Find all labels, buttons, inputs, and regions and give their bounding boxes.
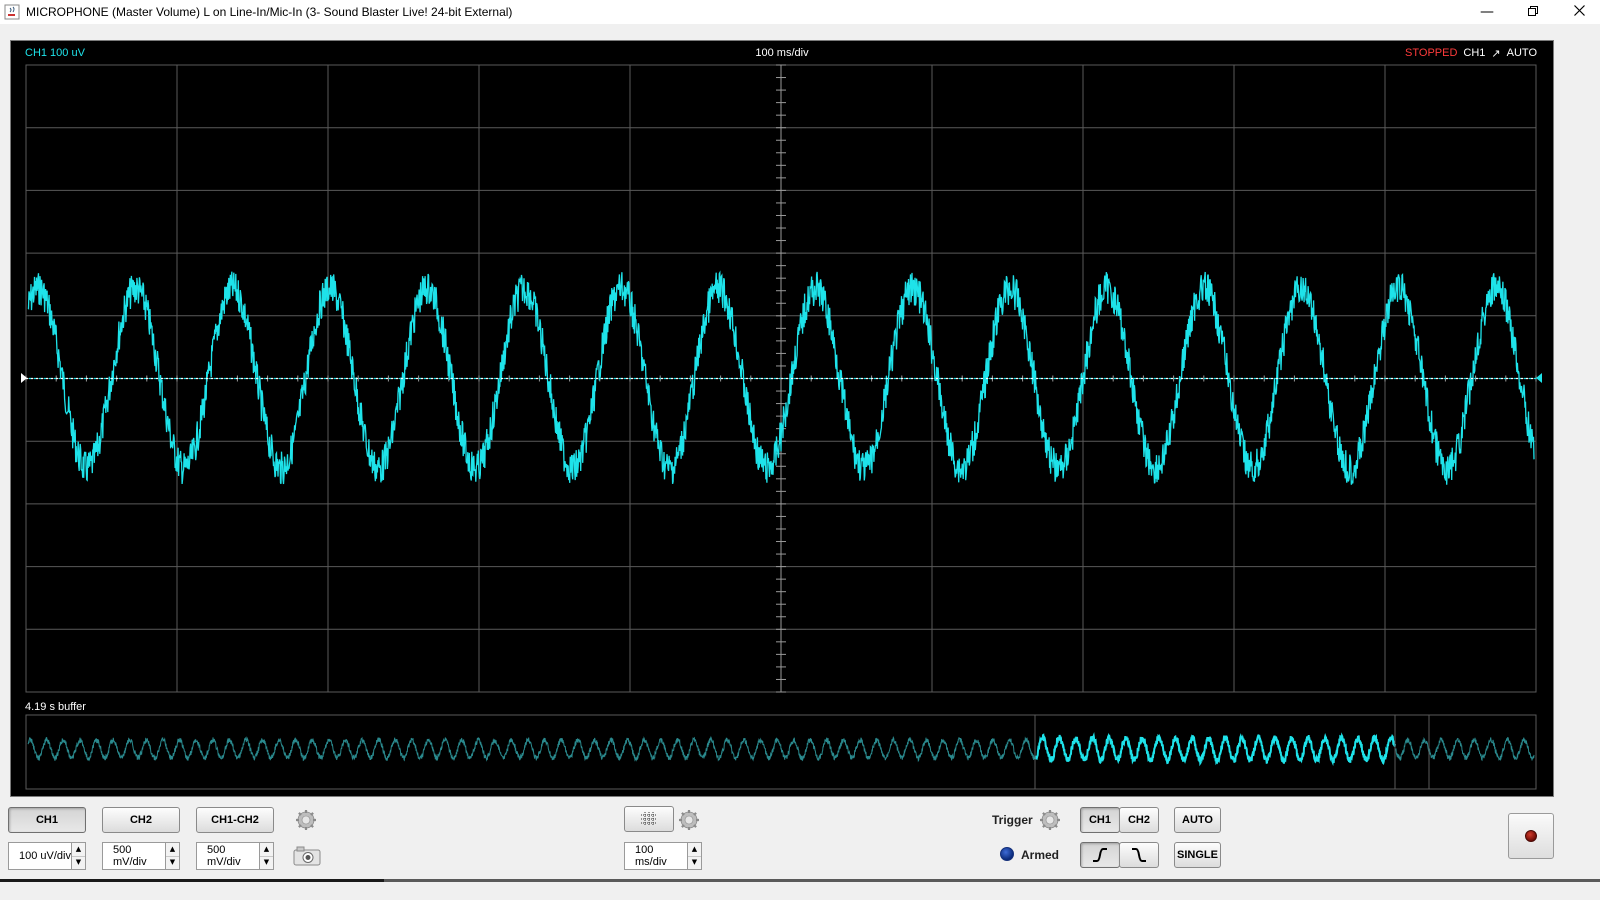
camera-icon — [293, 846, 321, 866]
trigger-ch2-button[interactable]: CH2 — [1119, 807, 1159, 833]
trigger-settings-gear-icon[interactable] — [1039, 809, 1061, 831]
scope-display[interactable]: CH1 100 uV 100 ms/div STOPPED CH1 ↗ AUTO… — [10, 40, 1554, 797]
camera-snapshot-button[interactable] — [293, 845, 321, 867]
ch2-scale-up-icon[interactable]: ▲ — [166, 843, 179, 856]
timebase-up-icon[interactable]: ▲ — [688, 843, 701, 856]
diff-scale-field[interactable]: 500 mV/div — [196, 842, 260, 870]
buffer-length-label: 4.19 s buffer — [25, 701, 86, 713]
armed-label: Armed — [1021, 848, 1060, 862]
status-strip-light — [384, 879, 1600, 882]
ch2-button[interactable]: CH2 — [102, 807, 180, 833]
restore-icon — [1528, 4, 1538, 20]
minimize-icon: — — [1480, 4, 1494, 20]
close-icon — [1573, 4, 1585, 20]
minimize-button[interactable]: — — [1464, 0, 1510, 24]
rising-edge-icon — [1093, 848, 1107, 862]
channel-settings-gear-icon[interactable] — [295, 809, 317, 831]
diff-scale-spinner[interactable]: 500 mV/div ▲ ▼ — [196, 842, 274, 870]
trigger-ch1-button[interactable]: CH1 — [1080, 807, 1120, 833]
diff-scale-up-icon[interactable]: ▲ — [260, 843, 273, 856]
grid-icon — [641, 812, 657, 826]
ch1-button[interactable]: CH1 — [8, 807, 86, 833]
trigger-label: Trigger — [992, 813, 1033, 827]
window-bottom-edge — [0, 879, 1600, 900]
restore-button[interactable] — [1510, 0, 1556, 24]
title-bar: MICROPHONE (Master Volume) L on Line-In/… — [0, 0, 1600, 24]
trigger-single-button[interactable]: SINGLE — [1174, 842, 1221, 868]
falling-edge-icon — [1132, 848, 1146, 862]
record-icon — [1525, 830, 1537, 842]
timebase-spinner[interactable]: 100 ms/div ▲ ▼ — [624, 842, 702, 870]
ch2-scale-down-icon[interactable]: ▼ — [166, 855, 179, 870]
timebase-settings-gear-icon[interactable] — [678, 809, 700, 831]
ch2-scale-field[interactable]: 500 mV/div — [102, 842, 166, 870]
trigger-auto-button[interactable]: AUTO — [1174, 807, 1221, 833]
timebase-down-icon[interactable]: ▼ — [688, 855, 701, 870]
window-title: MICROPHONE (Master Volume) L on Line-In/… — [26, 5, 513, 19]
java-cup-icon — [4, 4, 20, 20]
status-strip-dark — [0, 879, 384, 882]
trigger-level-marker-right[interactable] — [1536, 373, 1542, 383]
buffer-frame — [25, 714, 1537, 790]
buffer-overview[interactable] — [25, 714, 1537, 790]
rising-edge-button[interactable] — [1080, 842, 1120, 868]
close-button[interactable] — [1556, 0, 1600, 24]
falling-edge-button[interactable] — [1119, 842, 1159, 868]
ch1-scale-field[interactable]: 100 uV/div — [8, 842, 72, 870]
timebase-field[interactable]: 100 ms/div — [624, 842, 688, 870]
diff-scale-down-icon[interactable]: ▼ — [260, 855, 273, 870]
ch1-minus-ch2-button[interactable]: CH1-CH2 — [196, 807, 274, 833]
grid-toggle-button[interactable] — [624, 806, 674, 832]
scope-canvas[interactable] — [11, 41, 1555, 798]
record-button[interactable] — [1508, 813, 1554, 859]
ch1-scale-spinner[interactable]: 100 uV/div ▲ ▼ — [8, 842, 86, 870]
armed-indicator-led — [1000, 847, 1014, 861]
ch2-scale-spinner[interactable]: 500 mV/div ▲ ▼ — [102, 842, 180, 870]
ch1-scale-down-icon[interactable]: ▼ — [72, 855, 85, 870]
ch1-scale-up-icon[interactable]: ▲ — [72, 843, 85, 856]
